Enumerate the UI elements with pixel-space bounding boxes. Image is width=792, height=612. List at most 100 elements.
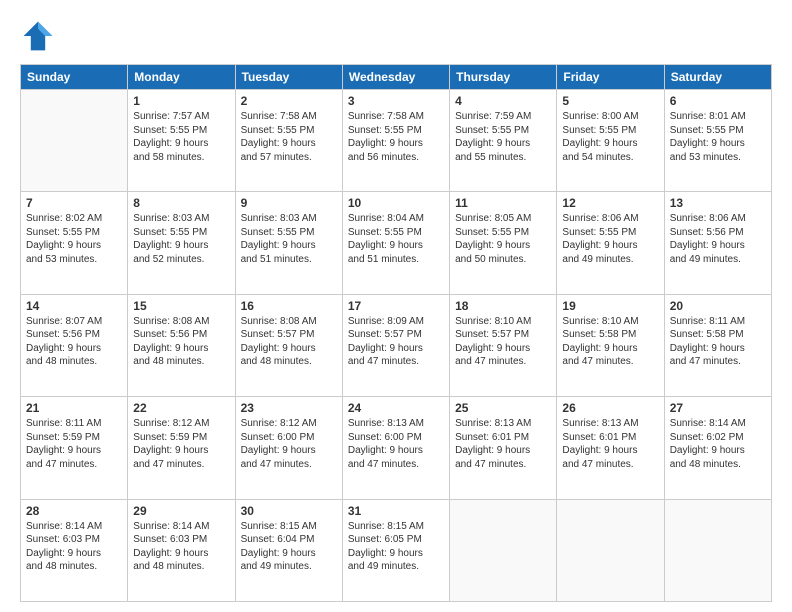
calendar-week-row: 14 Sunrise: 8:07 AM Sunset: 5:56 PM Dayli…: [21, 294, 772, 396]
day-info: Sunrise: 8:00 AM Sunset: 5:55 PM Dayligh…: [562, 110, 658, 164]
calendar-cell: 16Sunrise: 8:08 AM Sunset: 5:57 PM Dayli…: [235, 294, 342, 396]
page: SundayMondayTuesdayWednesdayThursdayFrid…: [0, 0, 792, 612]
day-info: Sunrise: 8:01 AM Sunset: 5:55 PM Dayligh…: [670, 110, 766, 164]
day-number: 1: [133, 94, 229, 108]
day-number: 7: [26, 196, 122, 210]
calendar-week-row: 7 Sunrise: 8:02 AM Sunset: 5:55 PM Daylig…: [21, 192, 772, 294]
calendar-cell: 17Sunrise: 8:09 AM Sunset: 5:57 PM Dayli…: [342, 294, 449, 396]
calendar-cell: 24 Sunrise: 8:13 AM Sunset: 6:00 PM Dayli…: [342, 397, 449, 499]
day-info: Sunrise: 8:15 AM Sunset: 6:05 PM Dayligh…: [348, 520, 444, 574]
day-number: 13: [670, 196, 766, 210]
day-number: 24: [348, 401, 444, 415]
day-number: 26: [562, 401, 658, 415]
day-info: Sunrise: 8:11 AM Sunset: 5:59 PM Dayligh…: [26, 417, 122, 471]
day-info: Sunrise: 8:14 AM Sunset: 6:03 PM Dayligh…: [133, 520, 229, 574]
day-info: Sunrise: 8:06 AM Sunset: 5:56 PM Dayligh…: [670, 212, 766, 266]
day-number: 29: [133, 504, 229, 518]
day-info: Sunrise: 8:09 AM Sunset: 5:57 PM Dayligh…: [348, 315, 444, 369]
calendar-week-row: 1 Sunrise: 7:57 AM Sunset: 5:55 PM Daylig…: [21, 90, 772, 192]
day-number: 11: [455, 196, 551, 210]
day-info: Sunrise: 8:08 AM Sunset: 5:57 PM Dayligh…: [241, 315, 337, 369]
calendar-cell: 21 Sunrise: 8:11 AM Sunset: 5:59 PM Dayli…: [21, 397, 128, 499]
day-info: Sunrise: 8:12 AM Sunset: 5:59 PM Dayligh…: [133, 417, 229, 471]
day-info: Sunrise: 8:02 AM Sunset: 5:55 PM Dayligh…: [26, 212, 122, 266]
day-info: Sunrise: 8:13 AM Sunset: 6:00 PM Dayligh…: [348, 417, 444, 471]
calendar-cell: 2 Sunrise: 7:58 AM Sunset: 5:55 PM Daylig…: [235, 90, 342, 192]
calendar-cell: 29 Sunrise: 8:14 AM Sunset: 6:03 PM Dayli…: [128, 499, 235, 601]
day-info: Sunrise: 8:12 AM Sunset: 6:00 PM Dayligh…: [241, 417, 337, 471]
day-number: 3: [348, 94, 444, 108]
calendar-header-monday: Monday: [128, 65, 235, 90]
calendar-cell: 6 Sunrise: 8:01 AM Sunset: 5:55 PM Daylig…: [664, 90, 771, 192]
calendar-cell: [557, 499, 664, 601]
day-number: 14: [26, 299, 122, 313]
calendar-cell: 11 Sunrise: 8:05 AM Sunset: 5:55 PM Dayli…: [450, 192, 557, 294]
calendar-week-row: 21 Sunrise: 8:11 AM Sunset: 5:59 PM Dayli…: [21, 397, 772, 499]
day-info: Sunrise: 8:06 AM Sunset: 5:55 PM Dayligh…: [562, 212, 658, 266]
day-number: 2: [241, 94, 337, 108]
day-info: Sunrise: 7:58 AM Sunset: 5:55 PM Dayligh…: [241, 110, 337, 164]
day-info: Sunrise: 7:59 AM Sunset: 5:55 PM Dayligh…: [455, 110, 551, 164]
day-info: Sunrise: 7:58 AM Sunset: 5:55 PM Dayligh…: [348, 110, 444, 164]
day-number: 28: [26, 504, 122, 518]
calendar-cell: 1 Sunrise: 7:57 AM Sunset: 5:55 PM Daylig…: [128, 90, 235, 192]
day-number: 19: [562, 299, 658, 313]
calendar-cell: [450, 499, 557, 601]
calendar-cell: 18 Sunrise: 8:10 AM Sunset: 5:57 PM Dayli…: [450, 294, 557, 396]
calendar-cell: 9Sunrise: 8:03 AM Sunset: 5:55 PM Daylig…: [235, 192, 342, 294]
calendar-header-thursday: Thursday: [450, 65, 557, 90]
day-number: 9: [241, 196, 337, 210]
calendar-cell: 4 Sunrise: 7:59 AM Sunset: 5:55 PM Daylig…: [450, 90, 557, 192]
day-info: Sunrise: 8:07 AM Sunset: 5:56 PM Dayligh…: [26, 315, 122, 369]
day-number: 23: [241, 401, 337, 415]
day-info: Sunrise: 8:08 AM Sunset: 5:56 PM Dayligh…: [133, 315, 229, 369]
calendar-cell: 3 Sunrise: 7:58 AM Sunset: 5:55 PM Daylig…: [342, 90, 449, 192]
calendar-cell: 7 Sunrise: 8:02 AM Sunset: 5:55 PM Daylig…: [21, 192, 128, 294]
calendar-header-tuesday: Tuesday: [235, 65, 342, 90]
day-info: Sunrise: 8:10 AM Sunset: 5:58 PM Dayligh…: [562, 315, 658, 369]
day-number: 4: [455, 94, 551, 108]
calendar-cell: 27Sunrise: 8:14 AM Sunset: 6:02 PM Dayli…: [664, 397, 771, 499]
calendar-cell: 25 Sunrise: 8:13 AM Sunset: 6:01 PM Dayli…: [450, 397, 557, 499]
day-number: 30: [241, 504, 337, 518]
day-info: Sunrise: 8:13 AM Sunset: 6:01 PM Dayligh…: [562, 417, 658, 471]
day-info: Sunrise: 8:13 AM Sunset: 6:01 PM Dayligh…: [455, 417, 551, 471]
day-number: 15: [133, 299, 229, 313]
day-number: 6: [670, 94, 766, 108]
calendar-cell: 23 Sunrise: 8:12 AM Sunset: 6:00 PM Dayli…: [235, 397, 342, 499]
day-number: 20: [670, 299, 766, 313]
day-number: 5: [562, 94, 658, 108]
day-info: Sunrise: 8:14 AM Sunset: 6:03 PM Dayligh…: [26, 520, 122, 574]
calendar-header-sunday: Sunday: [21, 65, 128, 90]
day-info: Sunrise: 8:10 AM Sunset: 5:57 PM Dayligh…: [455, 315, 551, 369]
day-info: Sunrise: 8:05 AM Sunset: 5:55 PM Dayligh…: [455, 212, 551, 266]
day-number: 18: [455, 299, 551, 313]
calendar-week-row: 28 Sunrise: 8:14 AM Sunset: 6:03 PM Dayli…: [21, 499, 772, 601]
day-info: Sunrise: 8:15 AM Sunset: 6:04 PM Dayligh…: [241, 520, 337, 574]
calendar-cell: [664, 499, 771, 601]
day-number: 12: [562, 196, 658, 210]
day-number: 25: [455, 401, 551, 415]
day-number: 21: [26, 401, 122, 415]
calendar-cell: 19 Sunrise: 8:10 AM Sunset: 5:58 PM Dayli…: [557, 294, 664, 396]
day-number: 27: [670, 401, 766, 415]
calendar-cell: 5 Sunrise: 8:00 AM Sunset: 5:55 PM Daylig…: [557, 90, 664, 192]
calendar-cell: 20Sunrise: 8:11 AM Sunset: 5:58 PM Dayli…: [664, 294, 771, 396]
calendar-cell: 26 Sunrise: 8:13 AM Sunset: 6:01 PM Dayli…: [557, 397, 664, 499]
calendar-cell: 10Sunrise: 8:04 AM Sunset: 5:55 PM Dayli…: [342, 192, 449, 294]
day-info: Sunrise: 7:57 AM Sunset: 5:55 PM Dayligh…: [133, 110, 229, 164]
calendar-header-wednesday: Wednesday: [342, 65, 449, 90]
header: [20, 18, 772, 54]
calendar-cell: 14 Sunrise: 8:07 AM Sunset: 5:56 PM Dayli…: [21, 294, 128, 396]
calendar-cell: 22 Sunrise: 8:12 AM Sunset: 5:59 PM Dayli…: [128, 397, 235, 499]
day-info: Sunrise: 8:03 AM Sunset: 5:55 PM Dayligh…: [133, 212, 229, 266]
day-number: 8: [133, 196, 229, 210]
calendar-cell: 8 Sunrise: 8:03 AM Sunset: 5:55 PM Daylig…: [128, 192, 235, 294]
calendar-header-friday: Friday: [557, 65, 664, 90]
day-number: 31: [348, 504, 444, 518]
calendar-header-saturday: Saturday: [664, 65, 771, 90]
calendar-cell: [21, 90, 128, 192]
calendar-cell: 12 Sunrise: 8:06 AM Sunset: 5:55 PM Dayli…: [557, 192, 664, 294]
day-info: Sunrise: 8:04 AM Sunset: 5:55 PM Dayligh…: [348, 212, 444, 266]
day-number: 22: [133, 401, 229, 415]
